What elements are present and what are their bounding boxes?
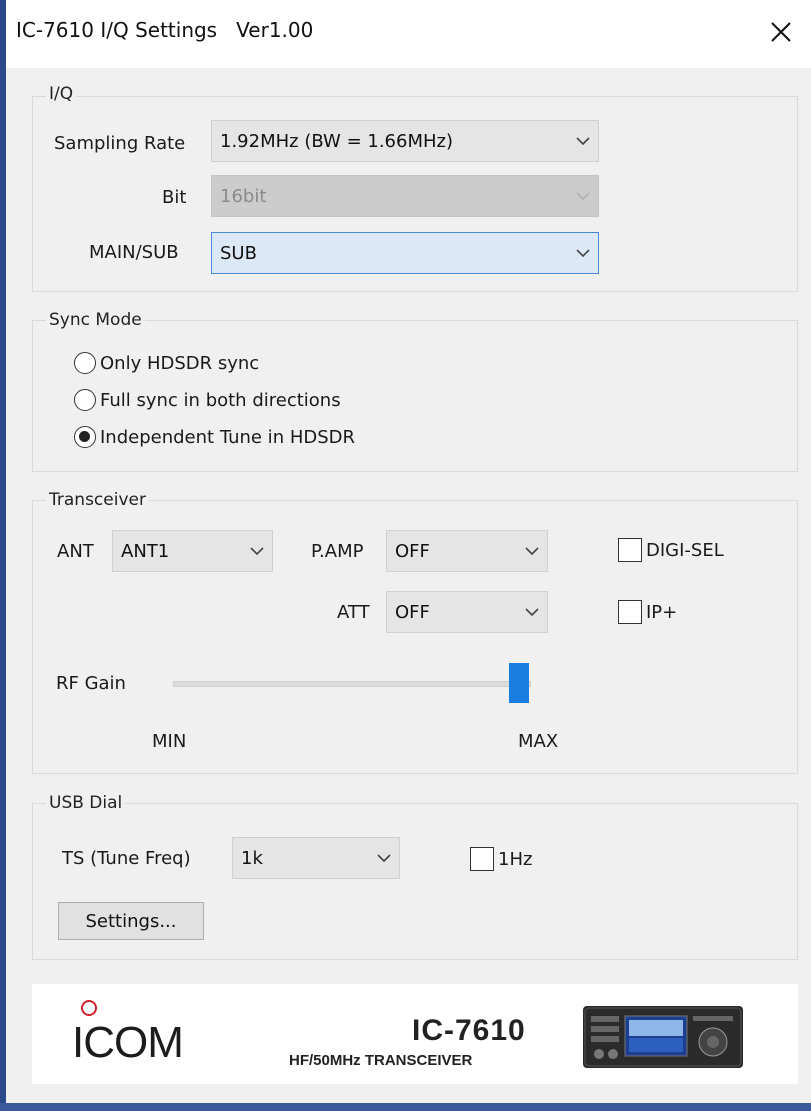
- sync-option-label: Only HDSDR sync: [100, 352, 260, 374]
- bit-label: Bit: [162, 187, 187, 208]
- onehz-checkbox-row[interactable]: 1Hz: [470, 847, 532, 871]
- ant-value: ANT1: [121, 540, 170, 562]
- close-button[interactable]: [759, 12, 803, 52]
- ant-select[interactable]: ANT1: [112, 530, 273, 572]
- icom-brand-text: ICOM: [72, 1018, 184, 1067]
- tune-step-select[interactable]: 1k: [232, 837, 400, 879]
- sync-option-full-sync[interactable]: Full sync in both directions: [74, 389, 341, 411]
- transceiver-image: [583, 1006, 743, 1068]
- bit-value: 16bit: [220, 185, 267, 207]
- model-subtitle: HF/50MHz TRANSCEIVER: [289, 1052, 473, 1069]
- pamp-value: OFF: [395, 540, 430, 562]
- onehz-label: 1Hz: [498, 848, 533, 870]
- digisel-checkbox[interactable]: [618, 538, 642, 562]
- bit-select: 16bit: [211, 175, 599, 217]
- digisel-checkbox-row[interactable]: DIGI-SEL: [618, 538, 724, 562]
- att-value: OFF: [395, 601, 430, 623]
- rf-gain-slider-thumb[interactable]: [509, 663, 529, 703]
- ipplus-label: IP+: [646, 601, 678, 623]
- sampling-rate-select[interactable]: 1.92MHz (BW = 1.66MHz): [211, 120, 599, 162]
- digisel-label: DIGI-SEL: [646, 539, 724, 561]
- att-select[interactable]: OFF: [386, 591, 548, 633]
- icom-banner: ICOM IC-7610 HF/50MHz TRANSCEIVER: [32, 984, 798, 1084]
- icom-logo-ring: [81, 1000, 97, 1016]
- chevron-down-icon: [242, 531, 272, 571]
- sync-option-only-hdsdr[interactable]: Only HDSDR sync: [74, 352, 259, 374]
- model-name: IC-7610: [412, 1014, 526, 1047]
- window-border-bottom: [0, 1103, 811, 1111]
- main-sub-value: SUB: [220, 242, 257, 264]
- chevron-down-icon: [568, 121, 598, 161]
- sampling-rate-value: 1.92MHz (BW = 1.66MHz): [220, 130, 453, 152]
- sync-option-label: Full sync in both directions: [100, 389, 341, 411]
- chevron-down-icon: [369, 838, 399, 878]
- main-sub-select[interactable]: SUB: [211, 232, 599, 274]
- att-label: ATT: [337, 602, 370, 623]
- main-sub-label: MAIN/SUB: [89, 242, 179, 263]
- tune-step-label: TS (Tune Freq): [62, 848, 191, 869]
- close-icon: [771, 22, 791, 42]
- chevron-down-icon: [568, 233, 598, 273]
- title-bar: IC-7610 I/Q Settings Ver1.00: [6, 0, 811, 68]
- pamp-select[interactable]: OFF: [386, 530, 548, 572]
- rf-gain-label: RF Gain: [56, 673, 126, 694]
- icom-logo: ICOM: [72, 996, 222, 1076]
- rf-gain-max-label: MAX: [518, 731, 559, 752]
- radio-button[interactable]: [74, 389, 96, 411]
- pamp-label: P.AMP: [311, 541, 364, 562]
- radio-button[interactable]: [74, 352, 96, 374]
- sync-option-independent-tune[interactable]: Independent Tune in HDSDR: [74, 426, 355, 448]
- ipplus-checkbox[interactable]: [618, 600, 642, 624]
- chevron-down-icon: [517, 592, 547, 632]
- usb-dial-group-label: USB Dial: [46, 793, 126, 813]
- sync-mode-group-label: Sync Mode: [46, 310, 145, 330]
- ant-label: ANT: [57, 541, 94, 562]
- ipplus-checkbox-row[interactable]: IP+: [618, 600, 677, 624]
- window-title: IC-7610 I/Q Settings Ver1.00: [16, 18, 314, 42]
- iq-group-label: I/Q: [46, 84, 77, 104]
- rf-gain-slider-track[interactable]: [173, 681, 531, 687]
- sampling-rate-label: Sampling Rate: [54, 133, 186, 154]
- tune-step-value: 1k: [241, 847, 263, 869]
- rf-gain-min-label: MIN: [152, 731, 187, 752]
- radio-button-selected[interactable]: [74, 426, 96, 448]
- sync-option-label: Independent Tune in HDSDR: [100, 426, 356, 448]
- settings-dialog: IC-7610 I/Q Settings Ver1.00 I/Q Samplin…: [6, 0, 811, 1103]
- onehz-checkbox[interactable]: [470, 847, 494, 871]
- transceiver-group-label: Transceiver: [46, 490, 149, 510]
- transceiver-illustration-icon: [584, 1007, 742, 1067]
- chevron-down-icon: [517, 531, 547, 571]
- chevron-down-icon: [568, 176, 598, 216]
- settings-button[interactable]: Settings...: [58, 902, 204, 940]
